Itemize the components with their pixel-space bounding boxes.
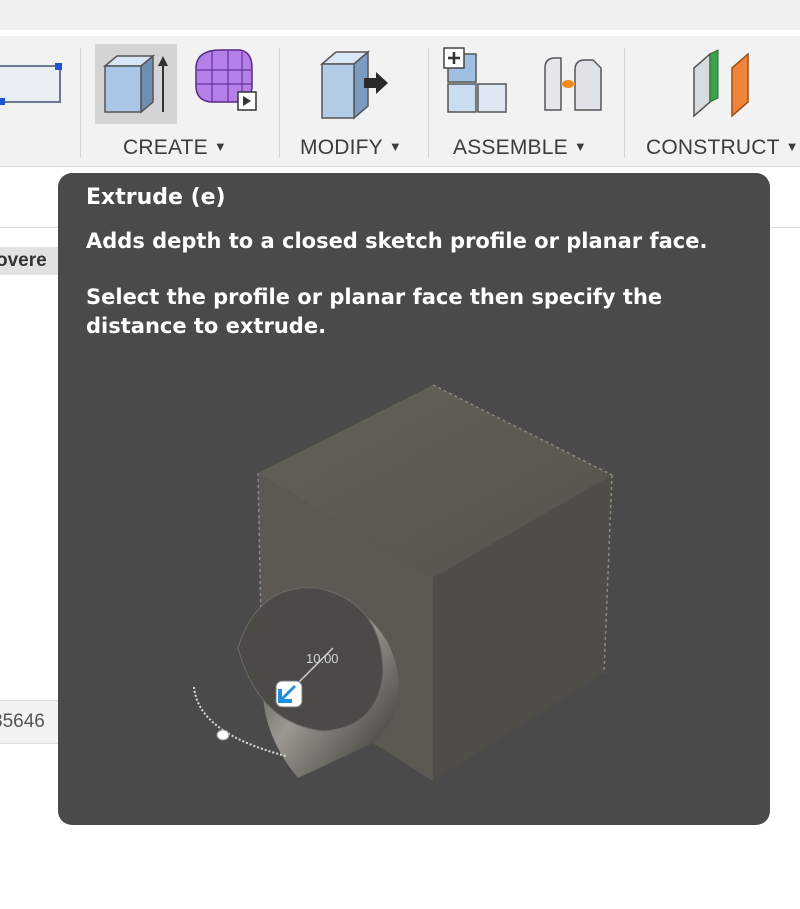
extrude-arrow-icon <box>275 680 303 708</box>
angle-handle <box>216 729 230 741</box>
joint-tool[interactable] <box>535 44 611 124</box>
construct-menu[interactable]: CONSTRUCT ▼ <box>646 136 799 160</box>
offset-plane-icon <box>693 49 749 118</box>
create-label: CREATE <box>123 136 208 159</box>
chevron-down-icon: ▼ <box>388 139 402 154</box>
assemble-label: ASSEMBLE <box>453 136 568 159</box>
create-menu[interactable]: CREATE ▼ <box>123 136 227 160</box>
title-strip <box>0 0 800 30</box>
form-box-tool[interactable] <box>190 44 262 122</box>
browser-panel-tab[interactable]: overe <box>0 247 60 275</box>
separator <box>624 48 625 158</box>
new-component-tool[interactable] <box>440 44 516 124</box>
ribbon-toolbar: CREATE ▼ MODIFY ▼ ASSEMBLE ▼ CONSTRUCT ▼ <box>0 36 800 167</box>
extrude-button[interactable] <box>95 44 177 124</box>
extrude-icon <box>102 54 168 114</box>
browser-panel-field: 35646 <box>0 700 60 744</box>
joint-icon <box>544 57 602 111</box>
separator <box>428 48 429 158</box>
tooltip-title: Extrude (e) <box>86 185 226 210</box>
chevron-down-icon: ▼ <box>213 139 227 154</box>
press-pull-tool[interactable] <box>312 44 394 124</box>
extrude-tooltip: Extrude (e) Adds depth to a closed sketc… <box>58 173 770 825</box>
separator <box>80 48 81 158</box>
new-component-icon <box>443 47 507 113</box>
dimension-label: 10.00 <box>306 651 339 666</box>
form-box-icon <box>195 49 257 111</box>
rectangle-sketch-tool[interactable] <box>0 56 66 116</box>
separator <box>279 48 280 158</box>
chevron-down-icon: ▼ <box>573 139 587 154</box>
chevron-down-icon: ▼ <box>785 139 799 154</box>
modify-label: MODIFY <box>300 136 383 159</box>
extrude-illustration: 10.00 <box>193 384 613 781</box>
tooltip-description: Adds depth to a closed sketch profile or… <box>86 229 708 253</box>
modify-menu[interactable]: MODIFY ▼ <box>300 136 402 160</box>
assemble-menu[interactable]: ASSEMBLE ▼ <box>453 136 587 160</box>
press-pull-icon <box>319 50 388 120</box>
construct-label: CONSTRUCT <box>646 136 780 159</box>
tooltip-detail: Select the profile or planar face then s… <box>86 285 663 338</box>
offset-plane-tool[interactable] <box>684 44 764 124</box>
rectangle-sketch-icon <box>0 63 62 105</box>
